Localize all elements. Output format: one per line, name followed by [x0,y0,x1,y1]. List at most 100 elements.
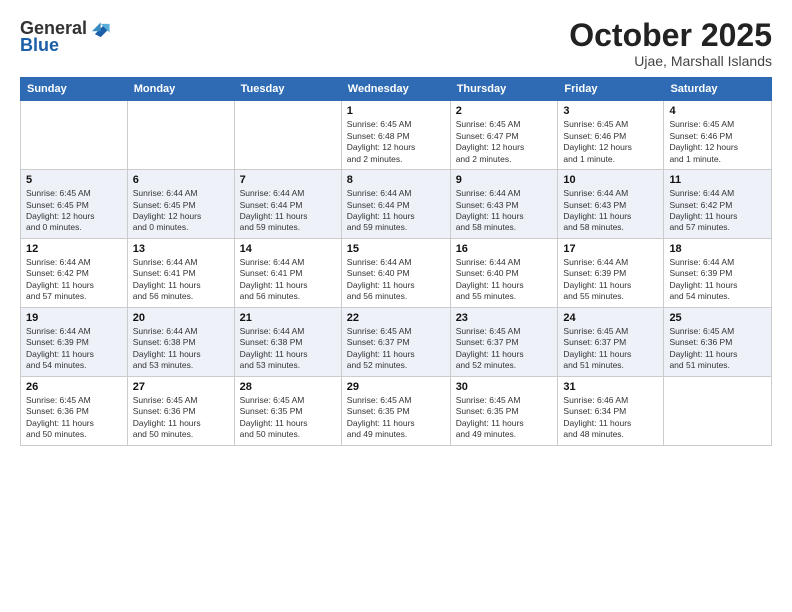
calendar-cell: 17 Sunrise: 6:44 AM Sunset: 6:39 PM Dayli… [558,238,664,307]
day-number: 11 [669,174,766,186]
col-wednesday: Wednesday [341,78,450,101]
calendar-cell: 29Sunrise: 6:45 AM Sunset: 6:35 PM Dayli… [341,376,450,445]
calendar-cell: 28Sunrise: 6:45 AM Sunset: 6:35 PM Dayli… [234,376,341,445]
calendar-cell: 21Sunrise: 6:44 AM Sunset: 6:38 PM Dayli… [234,307,341,376]
day-info: Sunrise: 6:44 AM Sunset: 6:43 PM Dayligh… [563,188,658,234]
day-info: Sunrise: 6:45 AM Sunset: 6:35 PM Dayligh… [240,395,336,441]
col-sunday: Sunday [21,78,128,101]
calendar-cell: 5Sunrise: 6:45 AM Sunset: 6:45 PM Daylig… [21,170,128,239]
day-info: Sunrise: 6:45 AM Sunset: 6:47 PM Dayligh… [456,119,553,165]
calendar-cell: 10 Sunrise: 6:44 AM Sunset: 6:43 PM Dayli… [558,170,664,239]
calendar-cell: 31 Sunrise: 6:46 AM Sunset: 6:34 PM Dayli… [558,376,664,445]
day-info: Sunrise: 6:45 AM Sunset: 6:46 PM Dayligh… [669,119,766,165]
day-info: Sunrise: 6:44 AM Sunset: 6:45 PM Dayligh… [133,188,229,234]
calendar-cell: 30 Sunrise: 6:45 AM Sunset: 6:35 PM Dayli… [450,376,558,445]
calendar-cell: 20 Sunrise: 6:44 AM Sunset: 6:38 PM Dayli… [127,307,234,376]
calendar-cell: 8 Sunrise: 6:44 AM Sunset: 6:44 PM Daylig… [341,170,450,239]
day-number: 1 [347,105,445,117]
calendar-cell: 3 Sunrise: 6:45 AM Sunset: 6:46 PM Daylig… [558,101,664,170]
day-number: 12 [26,243,122,255]
day-number: 10 [563,174,658,186]
calendar-cell: 15 Sunrise: 6:44 AM Sunset: 6:40 PM Dayli… [341,238,450,307]
day-number: 27 [133,381,229,393]
header: General Blue October 2025 Ujae, Marshall… [20,18,772,69]
day-number: 31 [563,381,658,393]
day-info: Sunrise: 6:44 AM Sunset: 6:40 PM Dayligh… [347,257,445,303]
day-info: Sunrise: 6:44 AM Sunset: 6:39 PM Dayligh… [669,257,766,303]
day-info: Sunrise: 6:45 AM Sunset: 6:35 PM Dayligh… [456,395,553,441]
day-info: Sunrise: 6:44 AM Sunset: 6:41 PM Dayligh… [240,257,336,303]
calendar-cell: 13 Sunrise: 6:44 AM Sunset: 6:41 PM Dayli… [127,238,234,307]
day-number: 4 [669,105,766,117]
day-number: 22 [347,312,445,324]
calendar-cell [664,376,772,445]
calendar-cell: 22Sunrise: 6:45 AM Sunset: 6:37 PM Dayli… [341,307,450,376]
day-info: Sunrise: 6:46 AM Sunset: 6:34 PM Dayligh… [563,395,658,441]
calendar-cell: 11Sunrise: 6:44 AM Sunset: 6:42 PM Dayli… [664,170,772,239]
day-number: 13 [133,243,229,255]
col-monday: Monday [127,78,234,101]
day-info: Sunrise: 6:44 AM Sunset: 6:44 PM Dayligh… [240,188,336,234]
day-number: 16 [456,243,553,255]
day-info: Sunrise: 6:44 AM Sunset: 6:42 PM Dayligh… [26,257,122,303]
day-info: Sunrise: 6:45 AM Sunset: 6:37 PM Dayligh… [563,326,658,372]
day-number: 15 [347,243,445,255]
col-saturday: Saturday [664,78,772,101]
day-info: Sunrise: 6:44 AM Sunset: 6:39 PM Dayligh… [563,257,658,303]
calendar-cell: 9 Sunrise: 6:44 AM Sunset: 6:43 PM Daylig… [450,170,558,239]
logo: General Blue [20,18,111,56]
day-info: Sunrise: 6:44 AM Sunset: 6:41 PM Dayligh… [133,257,229,303]
calendar-cell [21,101,128,170]
calendar-cell: 4 Sunrise: 6:45 AM Sunset: 6:46 PM Daylig… [664,101,772,170]
day-info: Sunrise: 6:45 AM Sunset: 6:48 PM Dayligh… [347,119,445,165]
calendar-cell: 2 Sunrise: 6:45 AM Sunset: 6:47 PM Daylig… [450,101,558,170]
day-number: 2 [456,105,553,117]
calendar-cell: 27Sunrise: 6:45 AM Sunset: 6:36 PM Dayli… [127,376,234,445]
calendar-table: Sunday Monday Tuesday Wednesday Thursday… [20,77,772,445]
day-info: Sunrise: 6:45 AM Sunset: 6:36 PM Dayligh… [26,395,122,441]
day-number: 19 [26,312,122,324]
location: Ujae, Marshall Islands [569,53,772,69]
calendar-cell: 16 Sunrise: 6:44 AM Sunset: 6:40 PM Dayli… [450,238,558,307]
calendar-cell: 24 Sunrise: 6:45 AM Sunset: 6:37 PM Dayli… [558,307,664,376]
calendar-cell: 25Sunrise: 6:45 AM Sunset: 6:36 PM Dayli… [664,307,772,376]
col-tuesday: Tuesday [234,78,341,101]
calendar-week-row: 19 Sunrise: 6:44 AM Sunset: 6:39 PM Dayli… [21,307,772,376]
day-info: Sunrise: 6:44 AM Sunset: 6:39 PM Dayligh… [26,326,122,372]
day-number: 24 [563,312,658,324]
day-number: 3 [563,105,658,117]
calendar-cell [234,101,341,170]
calendar-cell: 7Sunrise: 6:44 AM Sunset: 6:44 PM Daylig… [234,170,341,239]
day-info: Sunrise: 6:44 AM Sunset: 6:38 PM Dayligh… [133,326,229,372]
calendar-cell: 1 Sunrise: 6:45 AM Sunset: 6:48 PM Daylig… [341,101,450,170]
day-info: Sunrise: 6:45 AM Sunset: 6:46 PM Dayligh… [563,119,658,165]
day-info: Sunrise: 6:44 AM Sunset: 6:44 PM Dayligh… [347,188,445,234]
day-number: 6 [133,174,229,186]
day-number: 26 [26,381,122,393]
calendar-cell [127,101,234,170]
logo-icon [89,18,111,40]
day-number: 30 [456,381,553,393]
title-block: October 2025 Ujae, Marshall Islands [569,18,772,69]
calendar-cell: 19 Sunrise: 6:44 AM Sunset: 6:39 PM Dayli… [21,307,128,376]
day-info: Sunrise: 6:44 AM Sunset: 6:38 PM Dayligh… [240,326,336,372]
calendar-week-row: 26 Sunrise: 6:45 AM Sunset: 6:36 PM Dayli… [21,376,772,445]
day-number: 8 [347,174,445,186]
month-title: October 2025 [569,18,772,53]
day-number: 20 [133,312,229,324]
day-info: Sunrise: 6:44 AM Sunset: 6:43 PM Dayligh… [456,188,553,234]
col-friday: Friday [558,78,664,101]
calendar-week-row: 12 Sunrise: 6:44 AM Sunset: 6:42 PM Dayli… [21,238,772,307]
calendar-cell: 6 Sunrise: 6:44 AM Sunset: 6:45 PM Daylig… [127,170,234,239]
calendar-cell: 18Sunrise: 6:44 AM Sunset: 6:39 PM Dayli… [664,238,772,307]
day-info: Sunrise: 6:44 AM Sunset: 6:40 PM Dayligh… [456,257,553,303]
calendar-cell: 26 Sunrise: 6:45 AM Sunset: 6:36 PM Dayli… [21,376,128,445]
day-number: 23 [456,312,553,324]
day-number: 9 [456,174,553,186]
day-number: 17 [563,243,658,255]
logo-blue: Blue [20,36,59,56]
day-number: 29 [347,381,445,393]
calendar-cell: 12 Sunrise: 6:44 AM Sunset: 6:42 PM Dayli… [21,238,128,307]
calendar-header-row: Sunday Monday Tuesday Wednesday Thursday… [21,78,772,101]
day-number: 14 [240,243,336,255]
